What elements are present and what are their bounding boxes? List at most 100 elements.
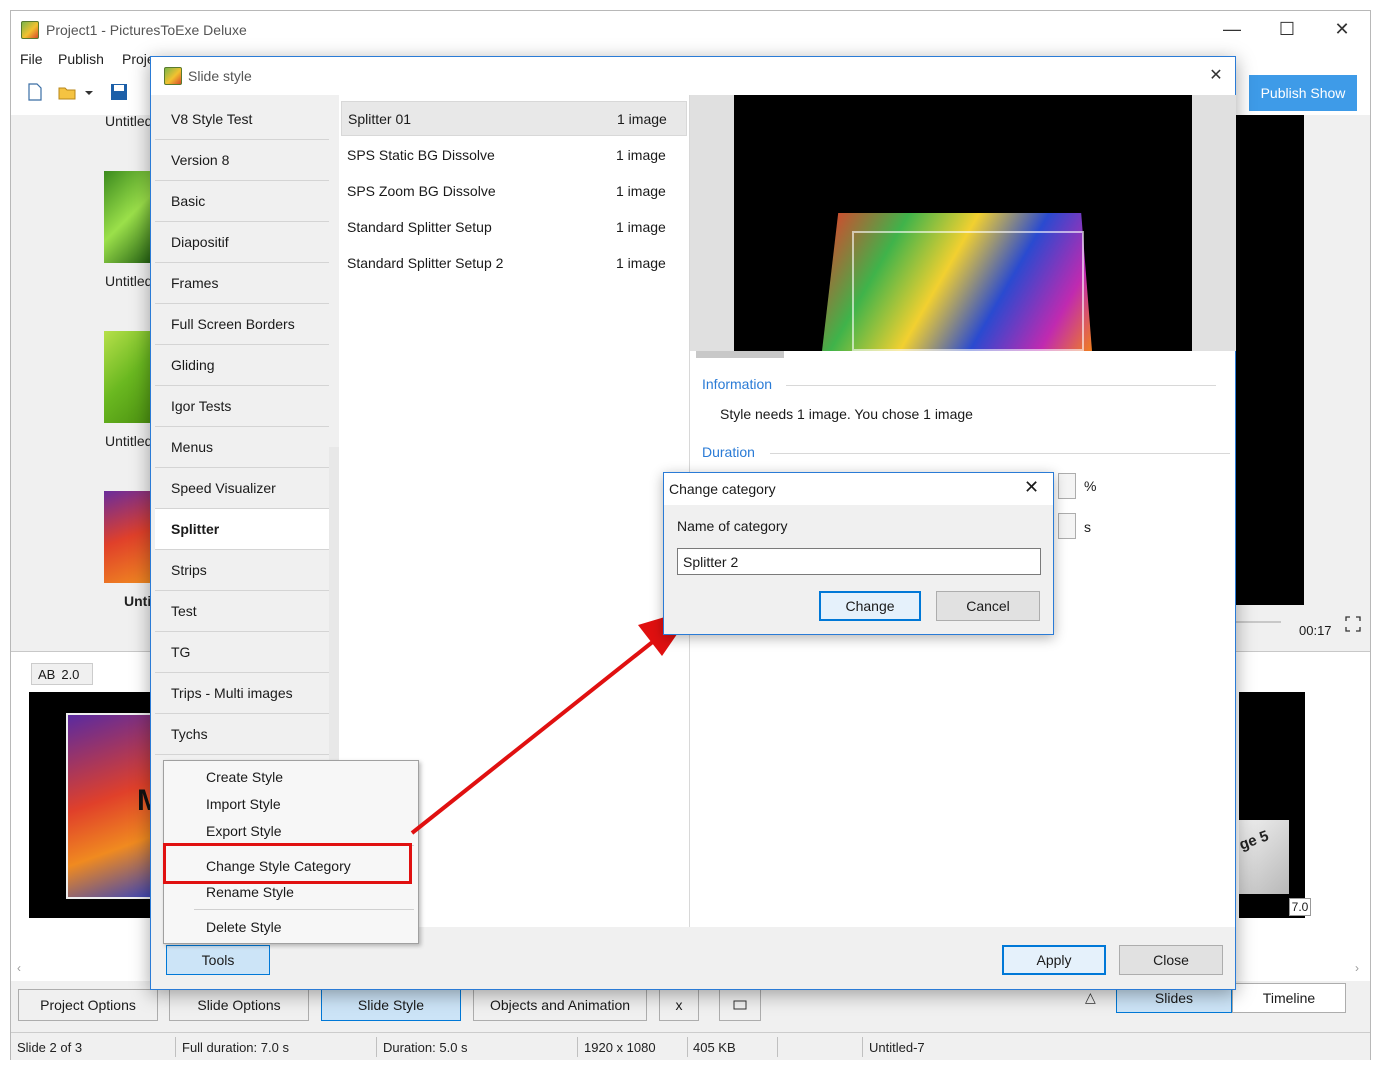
dialog-titlebar: Change category ✕: [664, 473, 1053, 505]
style-name: Standard Splitter Setup 2: [347, 254, 504, 271]
menu-publish[interactable]: Publish: [58, 51, 104, 67]
slide-thumbnail[interactable]: [104, 331, 154, 423]
percent-unit: %: [1084, 478, 1097, 494]
slide-strip-thumbnail[interactable]: ge 5 7.0: [1237, 692, 1311, 918]
status-separator: [777, 1037, 778, 1057]
close-icon[interactable]: ✕: [1024, 477, 1039, 498]
category-item[interactable]: Menus: [155, 427, 329, 468]
slide-options-button[interactable]: Slide Options: [169, 989, 309, 1021]
timeline-tab[interactable]: Timeline: [1232, 983, 1346, 1013]
category-item-selected[interactable]: Splitter: [155, 509, 329, 550]
close-button[interactable]: Close: [1119, 945, 1223, 975]
style-row[interactable]: SPS Zoom BG Dissolve 1 image: [341, 173, 687, 208]
style-name: SPS Static BG Dissolve: [347, 146, 495, 163]
tools-button[interactable]: Tools: [166, 945, 270, 975]
create-style-item[interactable]: Create Style: [206, 769, 283, 785]
style-count: 1 image: [616, 146, 666, 163]
category-name-input[interactable]: [677, 548, 1041, 575]
category-item[interactable]: Igor Tests: [155, 386, 329, 427]
transition-badge[interactable]: AB 2.0: [31, 663, 93, 685]
seconds-unit: s: [1084, 519, 1091, 535]
publish-show-button[interactable]: Publish Show: [1249, 75, 1357, 111]
scroll-right-icon[interactable]: ›: [1355, 961, 1359, 975]
scroll-left-icon[interactable]: ‹: [17, 961, 21, 975]
category-item[interactable]: Version 8: [155, 140, 329, 181]
status-separator: [687, 1037, 688, 1057]
annotation-highlight-box: [163, 843, 412, 884]
style-row[interactable]: Standard Splitter Setup 2 1 image: [341, 245, 687, 280]
fullscreen-icon[interactable]: [1344, 615, 1362, 633]
status-separator: [376, 1037, 377, 1057]
style-count: 1 image: [617, 110, 667, 127]
style-row[interactable]: SPS Static BG Dissolve 1 image: [341, 137, 687, 172]
status-bar: Slide 2 of 3 Full duration: 7.0 s Durati…: [11, 1032, 1370, 1060]
category-item[interactable]: Speed Visualizer: [155, 468, 329, 509]
maximize-icon[interactable]: ☐: [1264, 11, 1310, 47]
dropdown-arrow-icon[interactable]: [83, 82, 95, 102]
project-options-button[interactable]: Project Options: [18, 989, 158, 1021]
duration-title: Duration: [702, 444, 755, 460]
menu-separator: [194, 909, 414, 910]
export-style-item[interactable]: Export Style: [206, 823, 281, 839]
save-icon[interactable]: [109, 82, 129, 102]
category-item[interactable]: Strips: [155, 550, 329, 591]
seconds-spinner[interactable]: [1058, 513, 1076, 539]
slide-thumbnail[interactable]: [104, 491, 154, 583]
category-item[interactable]: TG: [155, 632, 329, 673]
preview-button[interactable]: [719, 989, 761, 1021]
status-duration: Duration: 5.0 s: [383, 1040, 468, 1055]
status-separator: [862, 1037, 863, 1057]
triangle-icon[interactable]: △: [1085, 989, 1096, 1006]
time-label: 00:17: [1299, 623, 1332, 638]
category-item[interactable]: Diapositif: [155, 222, 329, 263]
category-name-label: Name of category: [677, 518, 788, 534]
style-count: 1 image: [616, 254, 666, 271]
slide-style-button[interactable]: Slide Style: [321, 989, 461, 1021]
slide-strip-thumbnail[interactable]: M: [29, 692, 169, 918]
main-titlebar: Project1 - PicturesToExe Deluxe — ☐ ✕: [11, 11, 1370, 49]
category-item[interactable]: Tychs: [155, 714, 329, 755]
menu-file[interactable]: File: [20, 51, 43, 67]
ab-value: 2.0: [61, 666, 80, 682]
status-slide: Slide 2 of 3: [17, 1040, 83, 1055]
category-item[interactable]: Test: [155, 591, 329, 632]
category-item[interactable]: Frames: [155, 263, 329, 304]
status-separator: [175, 1037, 176, 1057]
main-preview: [1236, 115, 1304, 605]
rename-style-item[interactable]: Rename Style: [206, 884, 294, 900]
delete-style-item[interactable]: Delete Style: [206, 919, 281, 935]
style-name: SPS Zoom BG Dissolve: [347, 182, 496, 199]
style-row[interactable]: Splitter 01 1 image: [341, 101, 687, 136]
thumb-label: Untitled: [105, 273, 153, 289]
category-item[interactable]: V8 Style Test: [155, 99, 329, 140]
slide-duration-badge: 7.0: [1289, 898, 1311, 916]
status-resolution: 1920 x 1080: [584, 1040, 656, 1055]
minimize-icon[interactable]: —: [1209, 11, 1255, 47]
import-style-item[interactable]: Import Style: [206, 796, 281, 812]
slide-thumbnail[interactable]: [104, 171, 154, 263]
open-folder-icon[interactable]: [57, 82, 77, 102]
cancel-button[interactable]: Cancel: [936, 591, 1040, 621]
category-item[interactable]: Basic: [155, 181, 329, 222]
time-slider[interactable]: [1236, 621, 1281, 623]
style-row[interactable]: Standard Splitter Setup 1 image: [341, 209, 687, 244]
x-button[interactable]: x: [659, 989, 699, 1021]
category-item[interactable]: Gliding: [155, 345, 329, 386]
close-icon[interactable]: ✕: [1193, 57, 1239, 93]
dialog-title: Change category: [669, 481, 776, 497]
window-title: Project1 - PicturesToExe Deluxe: [46, 22, 247, 38]
new-file-icon[interactable]: [25, 82, 45, 102]
category-item[interactable]: Full Screen Borders: [155, 304, 329, 345]
close-icon[interactable]: ✕: [1319, 11, 1365, 47]
annotation-arrow-icon: [410, 608, 695, 835]
app-icon: [164, 67, 182, 85]
style-preview: [734, 95, 1192, 351]
apply-button[interactable]: Apply: [1002, 945, 1106, 975]
category-item[interactable]: Trips - Multi images: [155, 673, 329, 714]
percent-spinner[interactable]: [1058, 473, 1076, 499]
thumb-label: Unti: [124, 593, 152, 609]
change-button[interactable]: Change: [819, 591, 921, 621]
objects-animation-button[interactable]: Objects and Animation: [473, 989, 647, 1021]
style-count: 1 image: [616, 218, 666, 235]
information-title: Information: [702, 376, 773, 392]
